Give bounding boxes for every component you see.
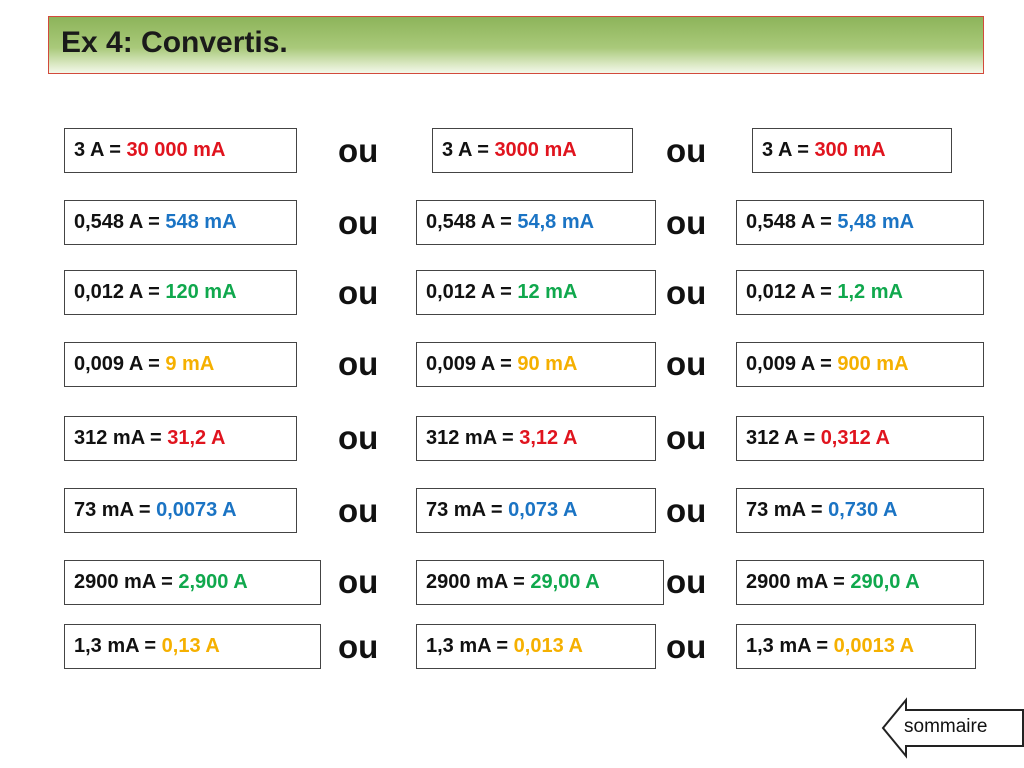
option-answer: 1,2 mA [837,281,903,303]
option-box[interactable]: 0,009 A = 9 mA [64,342,297,387]
option-box[interactable]: 73 mA = 0,0073 A [64,488,297,533]
option-left: 0,012 A = [74,281,166,303]
ou-label: ou [338,274,379,311]
option-box[interactable]: 312 A = 0,312 A [736,416,984,461]
option-left: 3 A = [762,139,815,161]
ou-label: ou [338,563,379,600]
ou-label: ou [666,628,707,665]
ou-label: ou [666,204,707,241]
option-answer: 0,073 A [508,499,578,521]
ou-label: ou [666,274,707,311]
ou-label: ou [338,628,379,665]
option-left: 1,3 mA = [746,635,834,657]
option-box[interactable]: 2900 mA = 29,00 A [416,560,664,605]
option-box[interactable]: 312 mA = 31,2 A [64,416,297,461]
option-box[interactable]: 1,3 mA = 0,013 A [416,624,656,669]
option-left: 0,009 A = [74,353,166,375]
option-box[interactable]: 0,548 A = 5,48 mA [736,200,984,245]
option-box[interactable]: 3 A = 300 mA [752,128,952,173]
option-left: 3 A = [74,139,127,161]
option-box[interactable]: 0,548 A = 548 mA [64,200,297,245]
option-box[interactable]: 0,012 A = 120 mA [64,270,297,315]
option-left: 1,3 mA = [426,635,514,657]
ou-label: ou [338,132,379,169]
option-answer: 900 mA [837,353,909,375]
option-left: 312 A = [746,427,821,449]
title-bar: Ex 4: Convertis. [48,16,984,74]
page-title: Ex 4: Convertis. [61,26,288,59]
ou-label: ou [666,563,707,600]
option-box[interactable]: 73 mA = 0,730 A [736,488,984,533]
option-box[interactable]: 2900 mA = 2,900 A [64,560,321,605]
option-left: 2900 mA = [74,571,179,593]
ou-label: ou [338,345,379,382]
option-left: 1,3 mA = [74,635,162,657]
option-answer: 120 mA [165,281,237,303]
ou-label: ou [666,492,707,529]
option-box[interactable]: 2900 mA = 290,0 A [736,560,984,605]
option-answer: 290,0 A [850,571,920,593]
option-left: 73 mA = [746,499,829,521]
option-answer: 0,0013 A [833,635,915,657]
option-box[interactable]: 312 mA = 3,12 A [416,416,656,461]
option-answer: 0,730 A [828,499,898,521]
option-answer: 0,013 A [513,635,583,657]
option-answer: 12 mA [517,281,578,303]
option-box[interactable]: 0,009 A = 90 mA [416,342,656,387]
option-box[interactable]: 0,548 A = 54,8 mA [416,200,656,245]
option-box[interactable]: 0,012 A = 12 mA [416,270,656,315]
option-answer: 31,2 A [167,427,226,449]
ou-label: ou [666,132,707,169]
option-answer: 548 mA [165,211,237,233]
option-answer: 9 mA [165,353,215,375]
option-answer: 30 000 mA [126,139,226,161]
option-box[interactable]: 1,3 mA = 0,13 A [64,624,321,669]
option-left: 312 mA = [426,427,520,449]
ou-label: ou [338,419,379,456]
sommaire-button[interactable]: sommaire [880,697,1024,759]
option-answer: 300 mA [814,139,886,161]
option-box[interactable]: 0,012 A = 1,2 mA [736,270,984,315]
option-left: 0,012 A = [746,281,838,303]
option-left: 0,009 A = [426,353,518,375]
option-left: 0,548 A = [426,211,518,233]
option-answer: 3,12 A [519,427,578,449]
option-left: 0,548 A = [746,211,838,233]
option-box[interactable]: 3 A = 3000 mA [432,128,633,173]
option-box[interactable]: 1,3 mA = 0,0013 A [736,624,976,669]
option-left: 73 mA = [426,499,509,521]
option-left: 0,009 A = [746,353,838,375]
option-left: 3 A = [442,139,495,161]
ou-label: ou [666,345,707,382]
option-left: 2900 mA = [426,571,531,593]
sommaire-label: sommaire [904,716,988,737]
ou-label: ou [338,204,379,241]
option-answer: 54,8 mA [517,211,595,233]
option-left: 0,548 A = [74,211,166,233]
option-answer: 0,0073 A [156,499,237,521]
option-left: 312 mA = [74,427,168,449]
ou-label: ou [666,419,707,456]
option-answer: 0,312 A [820,427,890,449]
option-box[interactable]: 3 A = 30 000 mA [64,128,297,173]
option-answer: 5,48 mA [837,211,915,233]
option-left: 2900 mA = [746,571,851,593]
option-answer: 2,900 A [178,571,248,593]
option-answer: 0,13 A [161,635,220,657]
option-box[interactable]: 0,009 A = 900 mA [736,342,984,387]
option-left: 73 mA = [74,499,157,521]
option-answer: 29,00 A [530,571,600,593]
option-answer: 90 mA [517,353,578,375]
ou-label: ou [338,492,379,529]
option-box[interactable]: 73 mA = 0,073 A [416,488,656,533]
option-answer: 3000 mA [494,139,577,161]
option-left: 0,012 A = [426,281,518,303]
